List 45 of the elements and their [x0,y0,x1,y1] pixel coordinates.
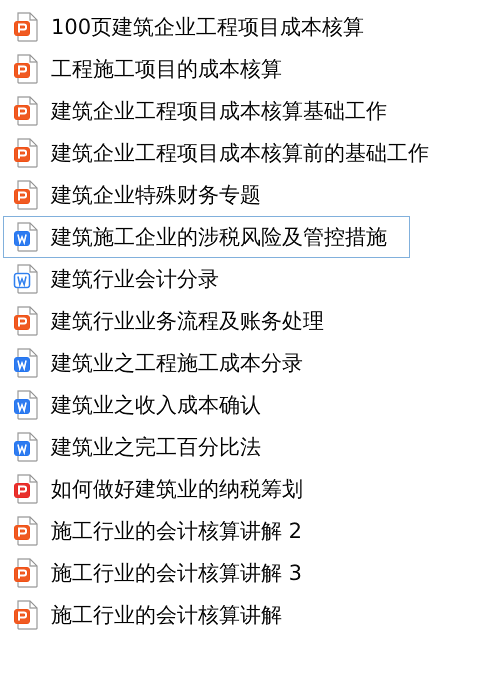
file-item[interactable]: 建筑施工企业的涉税风险及管控措施 [3,216,410,258]
file-item[interactable]: 建筑业之工程施工成本分录 [3,342,326,384]
file-name: 如何做好建筑业的纳税筹划 [51,476,303,503]
file-name: 建筑企业工程项目成本核算基础工作 [51,98,387,125]
presentation-file-icon [13,600,39,630]
file-item[interactable]: 如何做好建筑业的纳税筹划 [3,468,326,510]
document-file-icon [13,348,39,378]
document-file-icon [13,390,39,420]
file-item[interactable]: 施工行业的会计核算讲解 [3,594,305,636]
file-item[interactable]: 施工行业的会计核算讲解 3 [3,552,326,594]
file-item[interactable]: 建筑企业工程项目成本核算基础工作 [3,90,410,132]
file-name: 施工行业的会计核算讲解 2 [51,518,302,545]
presentation-file-icon [13,306,39,336]
presentation-file-icon [13,96,39,126]
presentation-file-icon [13,558,39,588]
file-name: 建筑业之完工百分比法 [51,434,261,461]
document-file-icon [13,222,39,252]
file-item[interactable]: 建筑业之完工百分比法 [3,426,284,468]
presentation-file-icon [13,180,39,210]
file-name: 建筑企业工程项目成本核算前的基础工作 [51,140,429,167]
file-name: 建筑行业业务流程及账务处理 [51,308,324,335]
file-item[interactable]: 建筑企业特殊财务专题 [3,174,284,216]
file-name: 工程施工项目的成本核算 [51,56,282,83]
document-file-icon [13,264,39,294]
file-name: 建筑企业特殊财务专题 [51,182,261,209]
file-item[interactable]: 建筑行业会计分录 [3,258,242,300]
presentation-file-icon [13,54,39,84]
file-item[interactable]: 100页建筑企业工程项目成本核算 [3,6,388,48]
file-name: 建筑业之工程施工成本分录 [51,350,303,377]
presentation-file-icon [13,12,39,42]
document-file-icon [13,432,39,462]
file-name: 建筑行业会计分录 [51,266,219,293]
file-name: 建筑施工企业的涉税风险及管控措施 [51,224,387,251]
pdf-file-icon [13,474,39,504]
file-name: 施工行业的会计核算讲解 [51,602,282,629]
file-item[interactable]: 建筑企业工程项目成本核算前的基础工作 [3,132,452,174]
presentation-file-icon [13,516,39,546]
presentation-file-icon [13,138,39,168]
file-item[interactable]: 施工行业的会计核算讲解 2 [3,510,326,552]
file-item[interactable]: 工程施工项目的成本核算 [3,48,305,90]
file-name: 100页建筑企业工程项目成本核算 [51,14,364,41]
file-item[interactable]: 建筑行业业务流程及账务处理 [3,300,347,342]
file-item[interactable]: 建筑业之收入成本确认 [3,384,284,426]
file-name: 施工行业的会计核算讲解 3 [51,560,302,587]
file-name: 建筑业之收入成本确认 [51,392,261,419]
